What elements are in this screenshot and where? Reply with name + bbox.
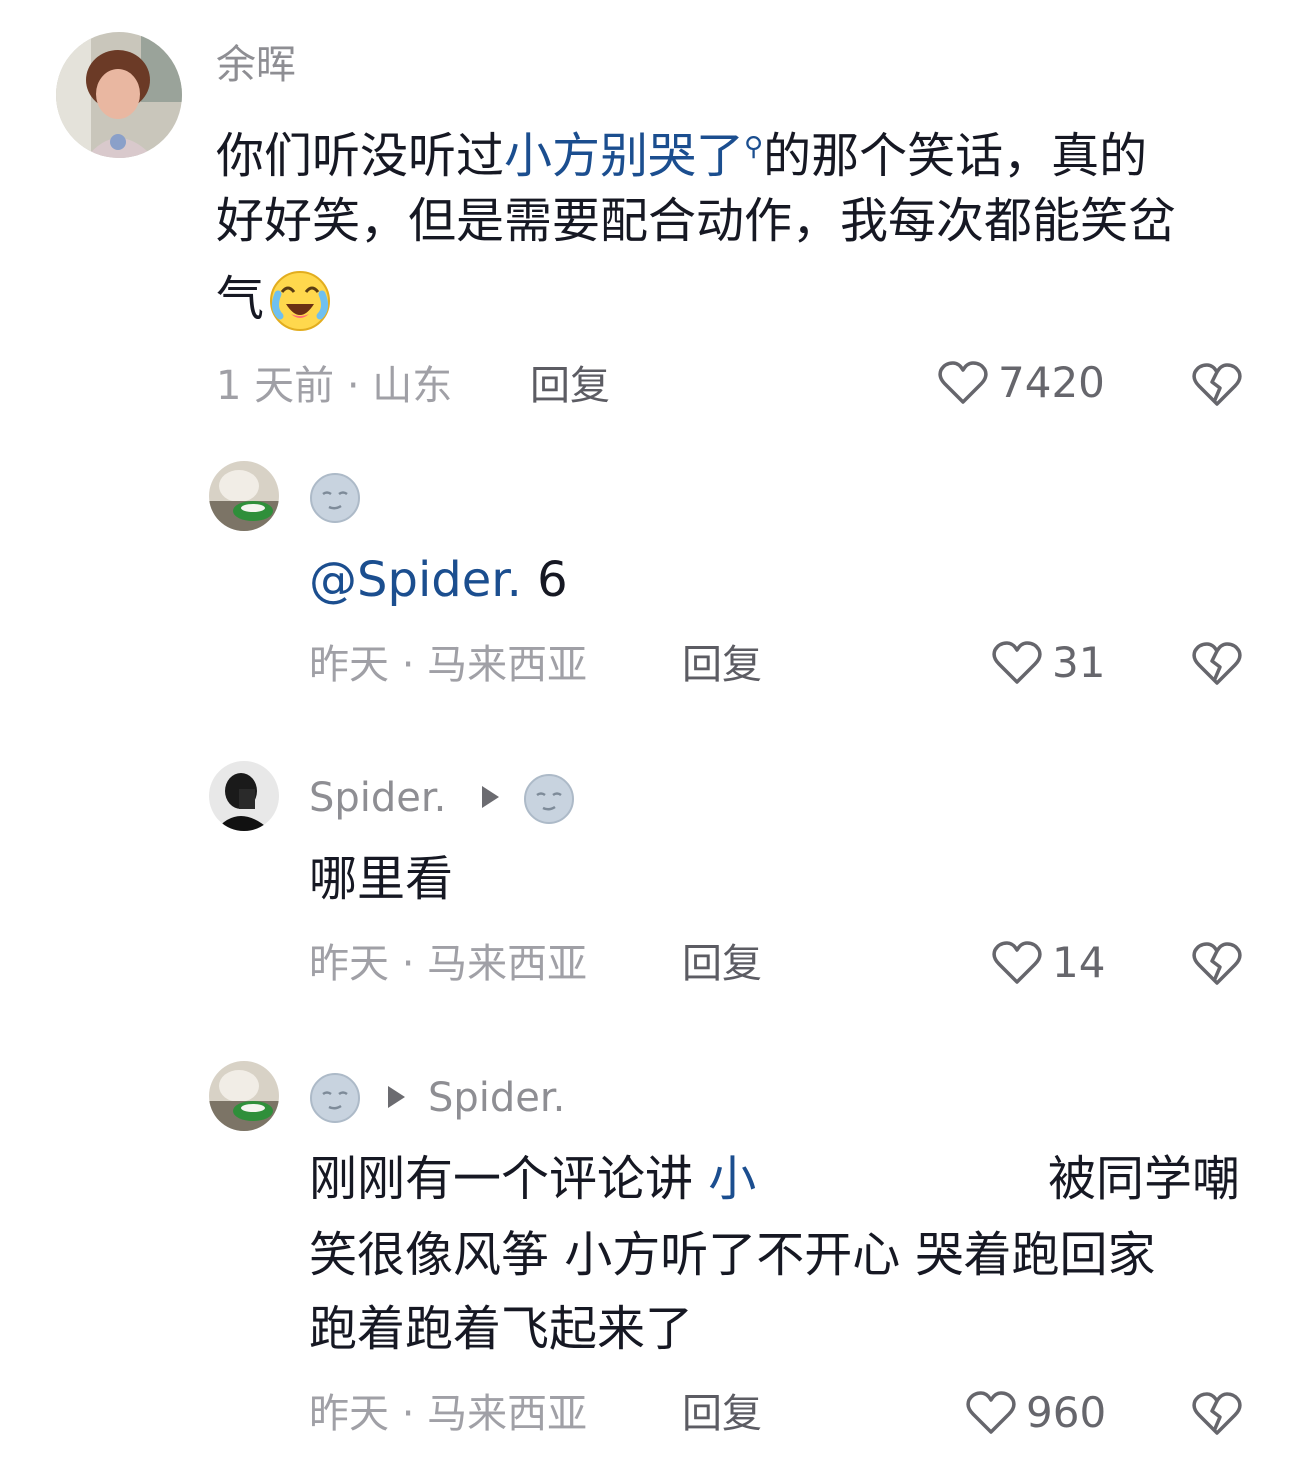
comment-time-location: 昨天 · 马来西亚 — [309, 941, 588, 987]
comment-text-part: 被同学嘲 — [1048, 1151, 1241, 1207]
mention-link[interactable]: @Spider. — [309, 552, 522, 608]
search-keyword-link[interactable]: 小方别哭了 — [504, 128, 744, 184]
play-arrow-icon — [482, 786, 499, 808]
reply-button[interactable]: 回复 — [530, 366, 610, 406]
avatar[interactable] — [209, 461, 279, 531]
broken-heart-icon[interactable] — [1192, 641, 1242, 687]
like-count: 7420 — [998, 358, 1105, 407]
reply-to-username[interactable]: Spider. — [428, 1078, 565, 1118]
comment-text-part: 你们听没听过 — [216, 128, 505, 184]
play-arrow-icon — [388, 1086, 405, 1108]
moon-face-emoji — [309, 472, 361, 524]
heart-outline-icon — [992, 941, 1042, 984]
search-keyword-link[interactable]: 小 — [708, 1151, 756, 1207]
like-button[interactable]: 960 — [966, 1390, 1106, 1436]
comment-text: 刚刚有一个评论讲 小 — [309, 1142, 756, 1216]
crying-laughing-emoji — [266, 268, 334, 332]
avatar[interactable] — [56, 32, 182, 158]
comment-text: 气 — [216, 262, 264, 336]
like-button[interactable]: 31 — [992, 640, 1105, 686]
comment-text: 跑着跑着飞起来了 — [309, 1301, 694, 1357]
comment-time-location: 昨天 · 马来西亚 — [309, 642, 588, 688]
like-count: 31 — [1052, 638, 1106, 687]
comment-text-part: 6 — [521, 552, 568, 608]
like-button[interactable]: 7420 — [938, 360, 1105, 406]
moon-face-emoji — [309, 1072, 361, 1124]
avatar[interactable] — [209, 1061, 279, 1131]
heart-outline-icon — [966, 1391, 1016, 1434]
comment-time-location: 1 天前 · 山东 — [216, 363, 453, 409]
like-count: 14 — [1052, 938, 1106, 987]
comment-text-part: 的那个笑话，真的 — [763, 128, 1148, 184]
heart-outline-icon — [992, 641, 1042, 684]
comment-text: @Spider. 6 — [309, 543, 568, 617]
like-count: 960 — [1026, 1388, 1107, 1437]
search-icon[interactable]: ⚲ — [744, 132, 763, 162]
heart-outline-icon — [938, 361, 988, 404]
comment-time-location: 昨天 · 马来西亚 — [309, 1391, 588, 1437]
comment-text: 你们听没听过小方别哭了⚲的那个笑话，真的 — [216, 110, 1147, 193]
comment-username[interactable]: Spider. — [309, 778, 446, 818]
moon-face-emoji — [523, 773, 575, 825]
reply-button[interactable]: 回复 — [682, 645, 762, 685]
broken-heart-icon[interactable] — [1192, 362, 1242, 408]
reply-button[interactable]: 回复 — [682, 944, 762, 984]
comment-text: 好好笑，但是需要配合动作，我每次都能笑岔 — [216, 193, 1177, 249]
broken-heart-icon[interactable] — [1192, 941, 1242, 987]
comment-text-part: 气 — [216, 271, 265, 327]
comment-text: 笑很像风筝 小方听了不开心 哭着跑回家 — [309, 1227, 1156, 1283]
avatar[interactable] — [209, 761, 279, 831]
comment-username[interactable]: 余晖 — [216, 45, 296, 85]
comment-text: 哪里看 — [309, 851, 454, 907]
broken-heart-icon[interactable] — [1192, 1391, 1242, 1437]
like-button[interactable]: 14 — [992, 940, 1105, 986]
reply-button[interactable]: 回复 — [682, 1394, 762, 1434]
comment-text-part: 刚刚有一个评论讲 — [309, 1151, 709, 1207]
